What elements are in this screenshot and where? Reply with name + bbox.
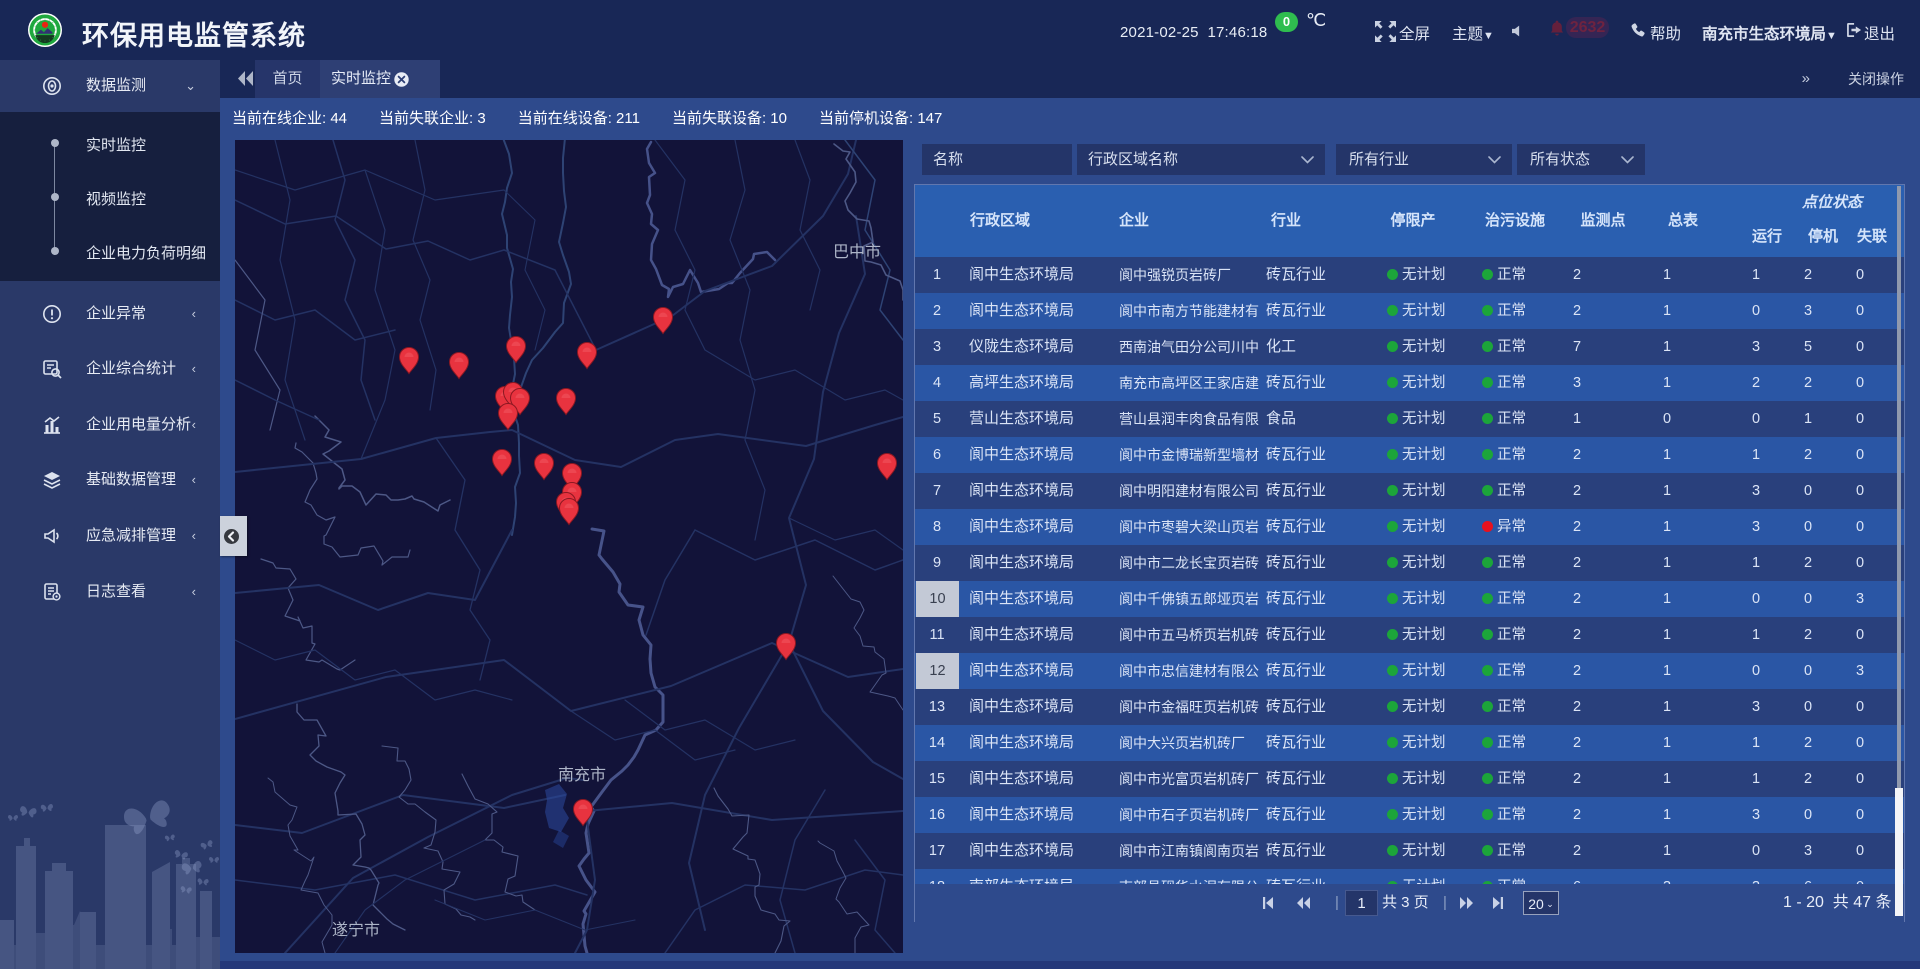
svg-text:南充市: 南充市 [558, 766, 606, 784]
svg-text:巴中市: 巴中市 [833, 243, 881, 261]
svg-text:遂宁市: 遂宁市 [332, 921, 380, 939]
